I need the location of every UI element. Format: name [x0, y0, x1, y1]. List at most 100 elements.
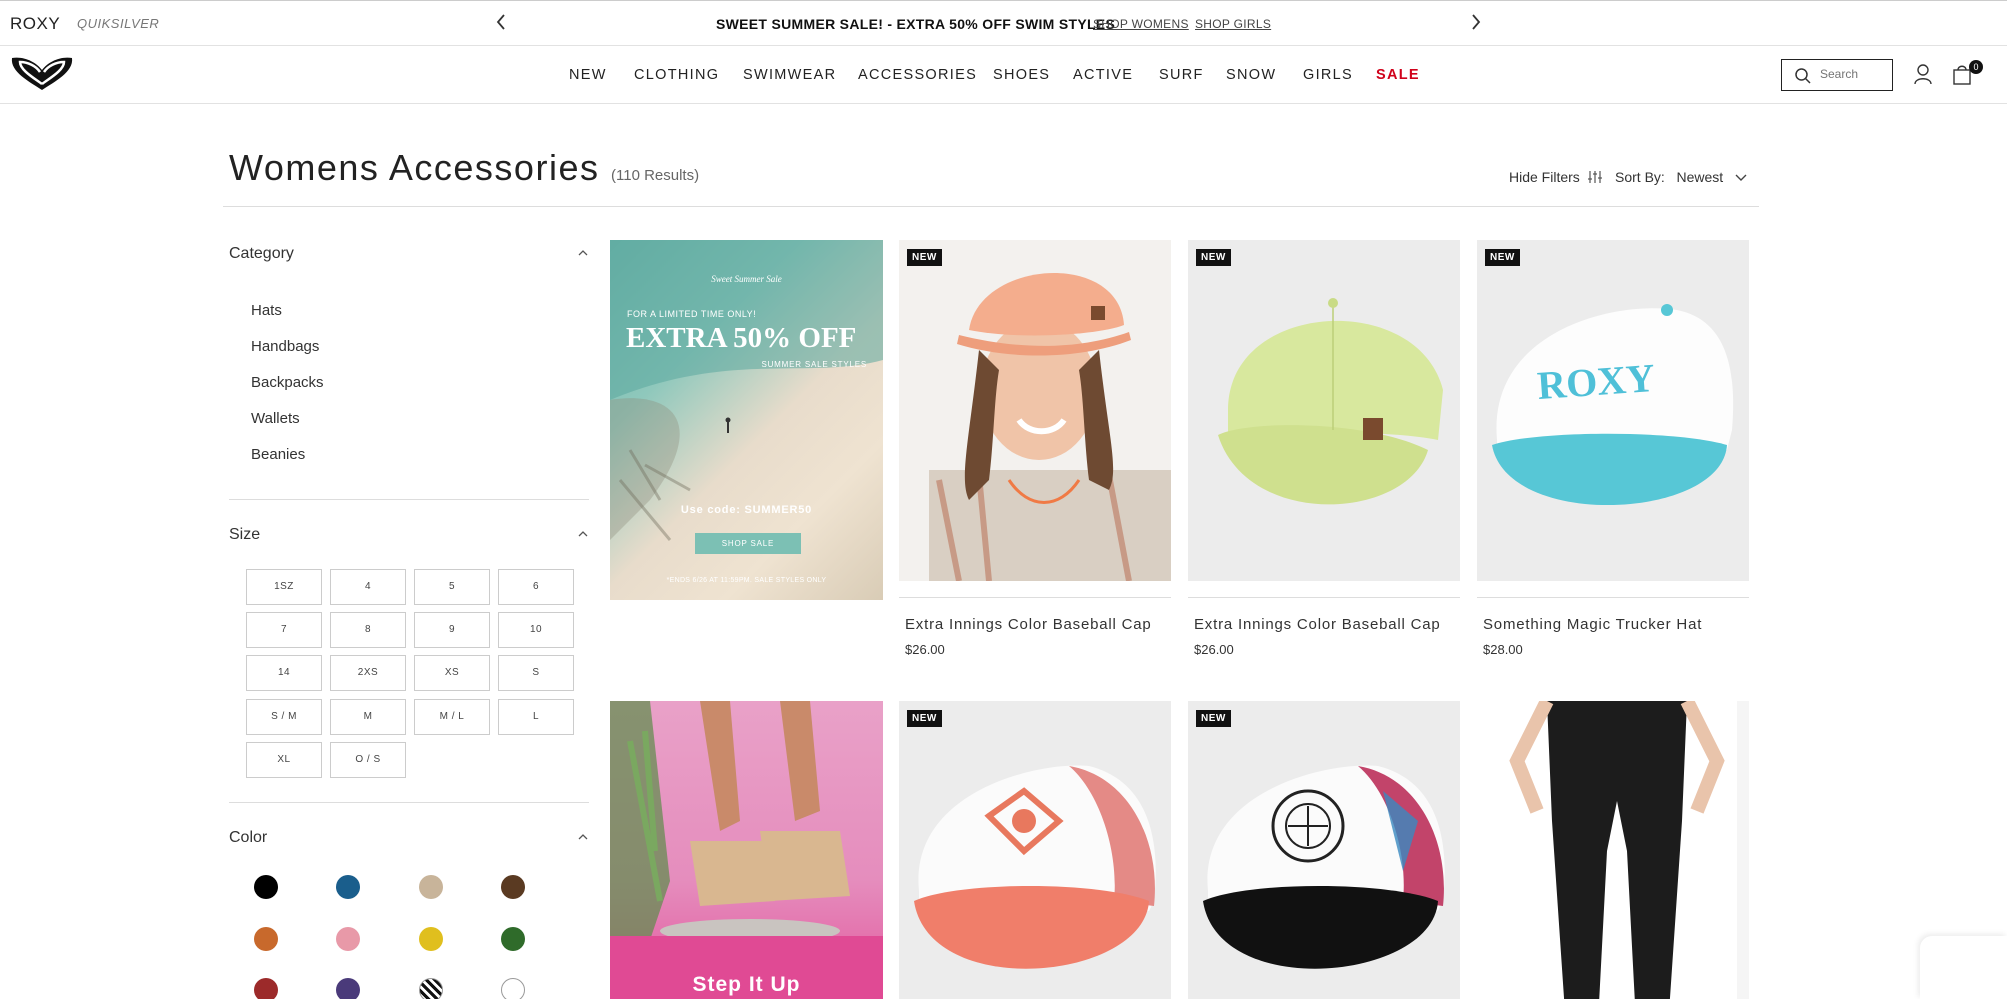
size-option[interactable]: 8 [330, 612, 406, 648]
color-swatch-pink[interactable] [336, 927, 360, 951]
size-option[interactable]: 10 [498, 612, 574, 648]
product-name[interactable]: Extra Innings Color Baseball Cap [905, 616, 1152, 633]
chevron-up-icon[interactable] [578, 833, 588, 840]
search-input[interactable] [1820, 67, 1886, 81]
facet-divider [229, 499, 589, 500]
size-facet-toggle[interactable]: Size [229, 526, 260, 544]
size-option[interactable]: 14 [246, 655, 322, 691]
nav-accessories[interactable]: ACCESSORIES [858, 67, 977, 83]
chat-widget[interactable] [1920, 936, 2007, 999]
product-image[interactable]: NEW [1188, 240, 1460, 581]
size-option[interactable]: 5 [414, 569, 490, 605]
color-swatch-brown[interactable] [501, 875, 525, 899]
category-handbags[interactable]: Handbags [251, 338, 319, 355]
lime-baseball-cap-image [1218, 298, 1443, 505]
product-image[interactable]: NEW [899, 701, 1171, 999]
new-badge: NEW [1196, 710, 1231, 727]
category-wallets[interactable]: Wallets [251, 410, 300, 427]
chevron-up-icon[interactable] [578, 530, 588, 537]
product-tile [1477, 701, 1749, 999]
category-beanies[interactable]: Beanies [251, 446, 305, 463]
hide-filters-button[interactable]: Hide Filters [1509, 169, 1603, 185]
size-option[interactable]: XL [246, 742, 322, 778]
size-option[interactable]: XS [414, 655, 490, 691]
category-backpacks[interactable]: Backpacks [251, 374, 324, 391]
filter-sliders-icon [1587, 171, 1602, 183]
nav-sale[interactable]: SALE [1376, 67, 1420, 83]
color-swatch-yellow[interactable] [419, 927, 443, 951]
sort-by-dropdown[interactable]: Sort By: Newest [1615, 169, 1747, 185]
promo-limited: FOR A LIMITED TIME ONLY! [627, 309, 757, 319]
color-swatch-white[interactable] [501, 978, 525, 999]
product-image[interactable]: ROXY NEW [1477, 240, 1749, 581]
size-option[interactable]: O / S [330, 742, 406, 778]
size-option[interactable]: M [330, 699, 406, 735]
nav-swimwear[interactable]: SWIMWEAR [743, 67, 836, 83]
promo-message: SWEET SUMMER SALE! - EXTRA 50% OFF SWIM … [716, 16, 1116, 32]
product-image[interactable]: NEW [899, 240, 1171, 581]
product-image[interactable] [1477, 701, 1749, 999]
size-option[interactable]: S [498, 655, 574, 691]
color-swatch-purple[interactable] [336, 978, 360, 999]
nav-clothing[interactable]: CLOTHING [634, 67, 719, 83]
color-swatch-green[interactable] [501, 927, 525, 951]
product-tile: NEW [1188, 701, 1460, 999]
chevron-up-icon[interactable] [578, 249, 588, 256]
color-swatch-black[interactable] [254, 875, 278, 899]
shop-sale-button[interactable]: SHOP SALE [695, 533, 801, 554]
brand-roxy-link[interactable]: ROXY [10, 14, 60, 34]
size-option[interactable]: 7 [246, 612, 322, 648]
category-hats[interactable]: Hats [251, 302, 282, 319]
promo-sub: SUMMER SALE STYLES [761, 360, 867, 369]
product-image[interactable]: NEW [1188, 701, 1460, 999]
black-leggings-image [1477, 701, 1737, 999]
color-swatch-red[interactable] [254, 978, 278, 999]
size-option[interactable]: 4 [330, 569, 406, 605]
shop-girls-link[interactable]: SHOP GIRLS [1195, 17, 1271, 31]
nav-surf[interactable]: SURF [1159, 67, 1204, 83]
search-icon [1795, 68, 1811, 84]
chevron-right-icon[interactable] [1470, 13, 1482, 37]
size-option[interactable]: 1SZ [246, 569, 322, 605]
nav-snow[interactable]: SNOW [1226, 67, 1276, 83]
color-facet-toggle[interactable]: Color [229, 829, 267, 847]
color-swatch-orange[interactable] [254, 927, 278, 951]
promo-headline: EXTRA 50% OFF [626, 322, 857, 354]
user-account-icon[interactable] [1913, 63, 1933, 85]
promo-tile-summer-sale[interactable]: Sweet Summer Sale FOR A LIMITED TIME ONL… [610, 240, 883, 600]
roxy-logo-icon[interactable] [6, 50, 78, 96]
nav-active[interactable]: ACTIVE [1073, 67, 1133, 83]
size-option[interactable]: 2XS [330, 655, 406, 691]
nav-new[interactable]: NEW [569, 67, 607, 83]
cart-count-badge: 0 [1969, 60, 1983, 74]
product-tile: NEW Extra Innings Color Baseball Cap $26… [899, 240, 1171, 660]
new-badge: NEW [907, 249, 942, 266]
model-peach-cap-image [929, 272, 1171, 581]
color-swatch-tan[interactable] [419, 875, 443, 899]
product-name[interactable]: Something Magic Trucker Hat [1483, 616, 1702, 633]
product-name[interactable]: Extra Innings Color Baseball Cap [1194, 616, 1441, 633]
size-option[interactable]: M / L [414, 699, 490, 735]
size-option[interactable]: 6 [498, 569, 574, 605]
tile-divider [1477, 597, 1749, 598]
nav-girls[interactable]: GIRLS [1303, 67, 1353, 83]
search-box[interactable] [1781, 59, 1893, 91]
promo-tile-step-it-up[interactable]: Step It Up [610, 701, 883, 999]
promo-bar: ROXY QUIKSILVER SWEET SUMMER SALE! - EXT… [0, 0, 2007, 46]
color-swatch-blue[interactable] [336, 875, 360, 899]
nav-shoes[interactable]: SHOES [993, 67, 1050, 83]
color-swatch-animal-print[interactable] [419, 978, 443, 999]
size-option[interactable]: S / M [246, 699, 322, 735]
size-option[interactable]: 9 [414, 612, 490, 648]
svg-text:ROXY: ROXY [1536, 355, 1657, 408]
coral-trucker-hat-image [914, 765, 1156, 969]
roxy-trucker-hat-image: ROXY [1492, 304, 1734, 506]
brand-quiksilver-link[interactable]: QUIKSILVER [77, 16, 159, 31]
chevron-left-icon[interactable] [495, 13, 507, 37]
product-tile: ROXY NEW Something Magic Trucker Hat $28… [1477, 240, 1749, 660]
black-trucker-hat-image [1203, 765, 1445, 969]
category-facet-toggle[interactable]: Category [229, 245, 294, 263]
promo-step-it-up-headline: Step It Up [692, 973, 801, 996]
size-option[interactable]: L [498, 699, 574, 735]
shop-womens-link[interactable]: SHOP WOMENS [1093, 17, 1189, 31]
